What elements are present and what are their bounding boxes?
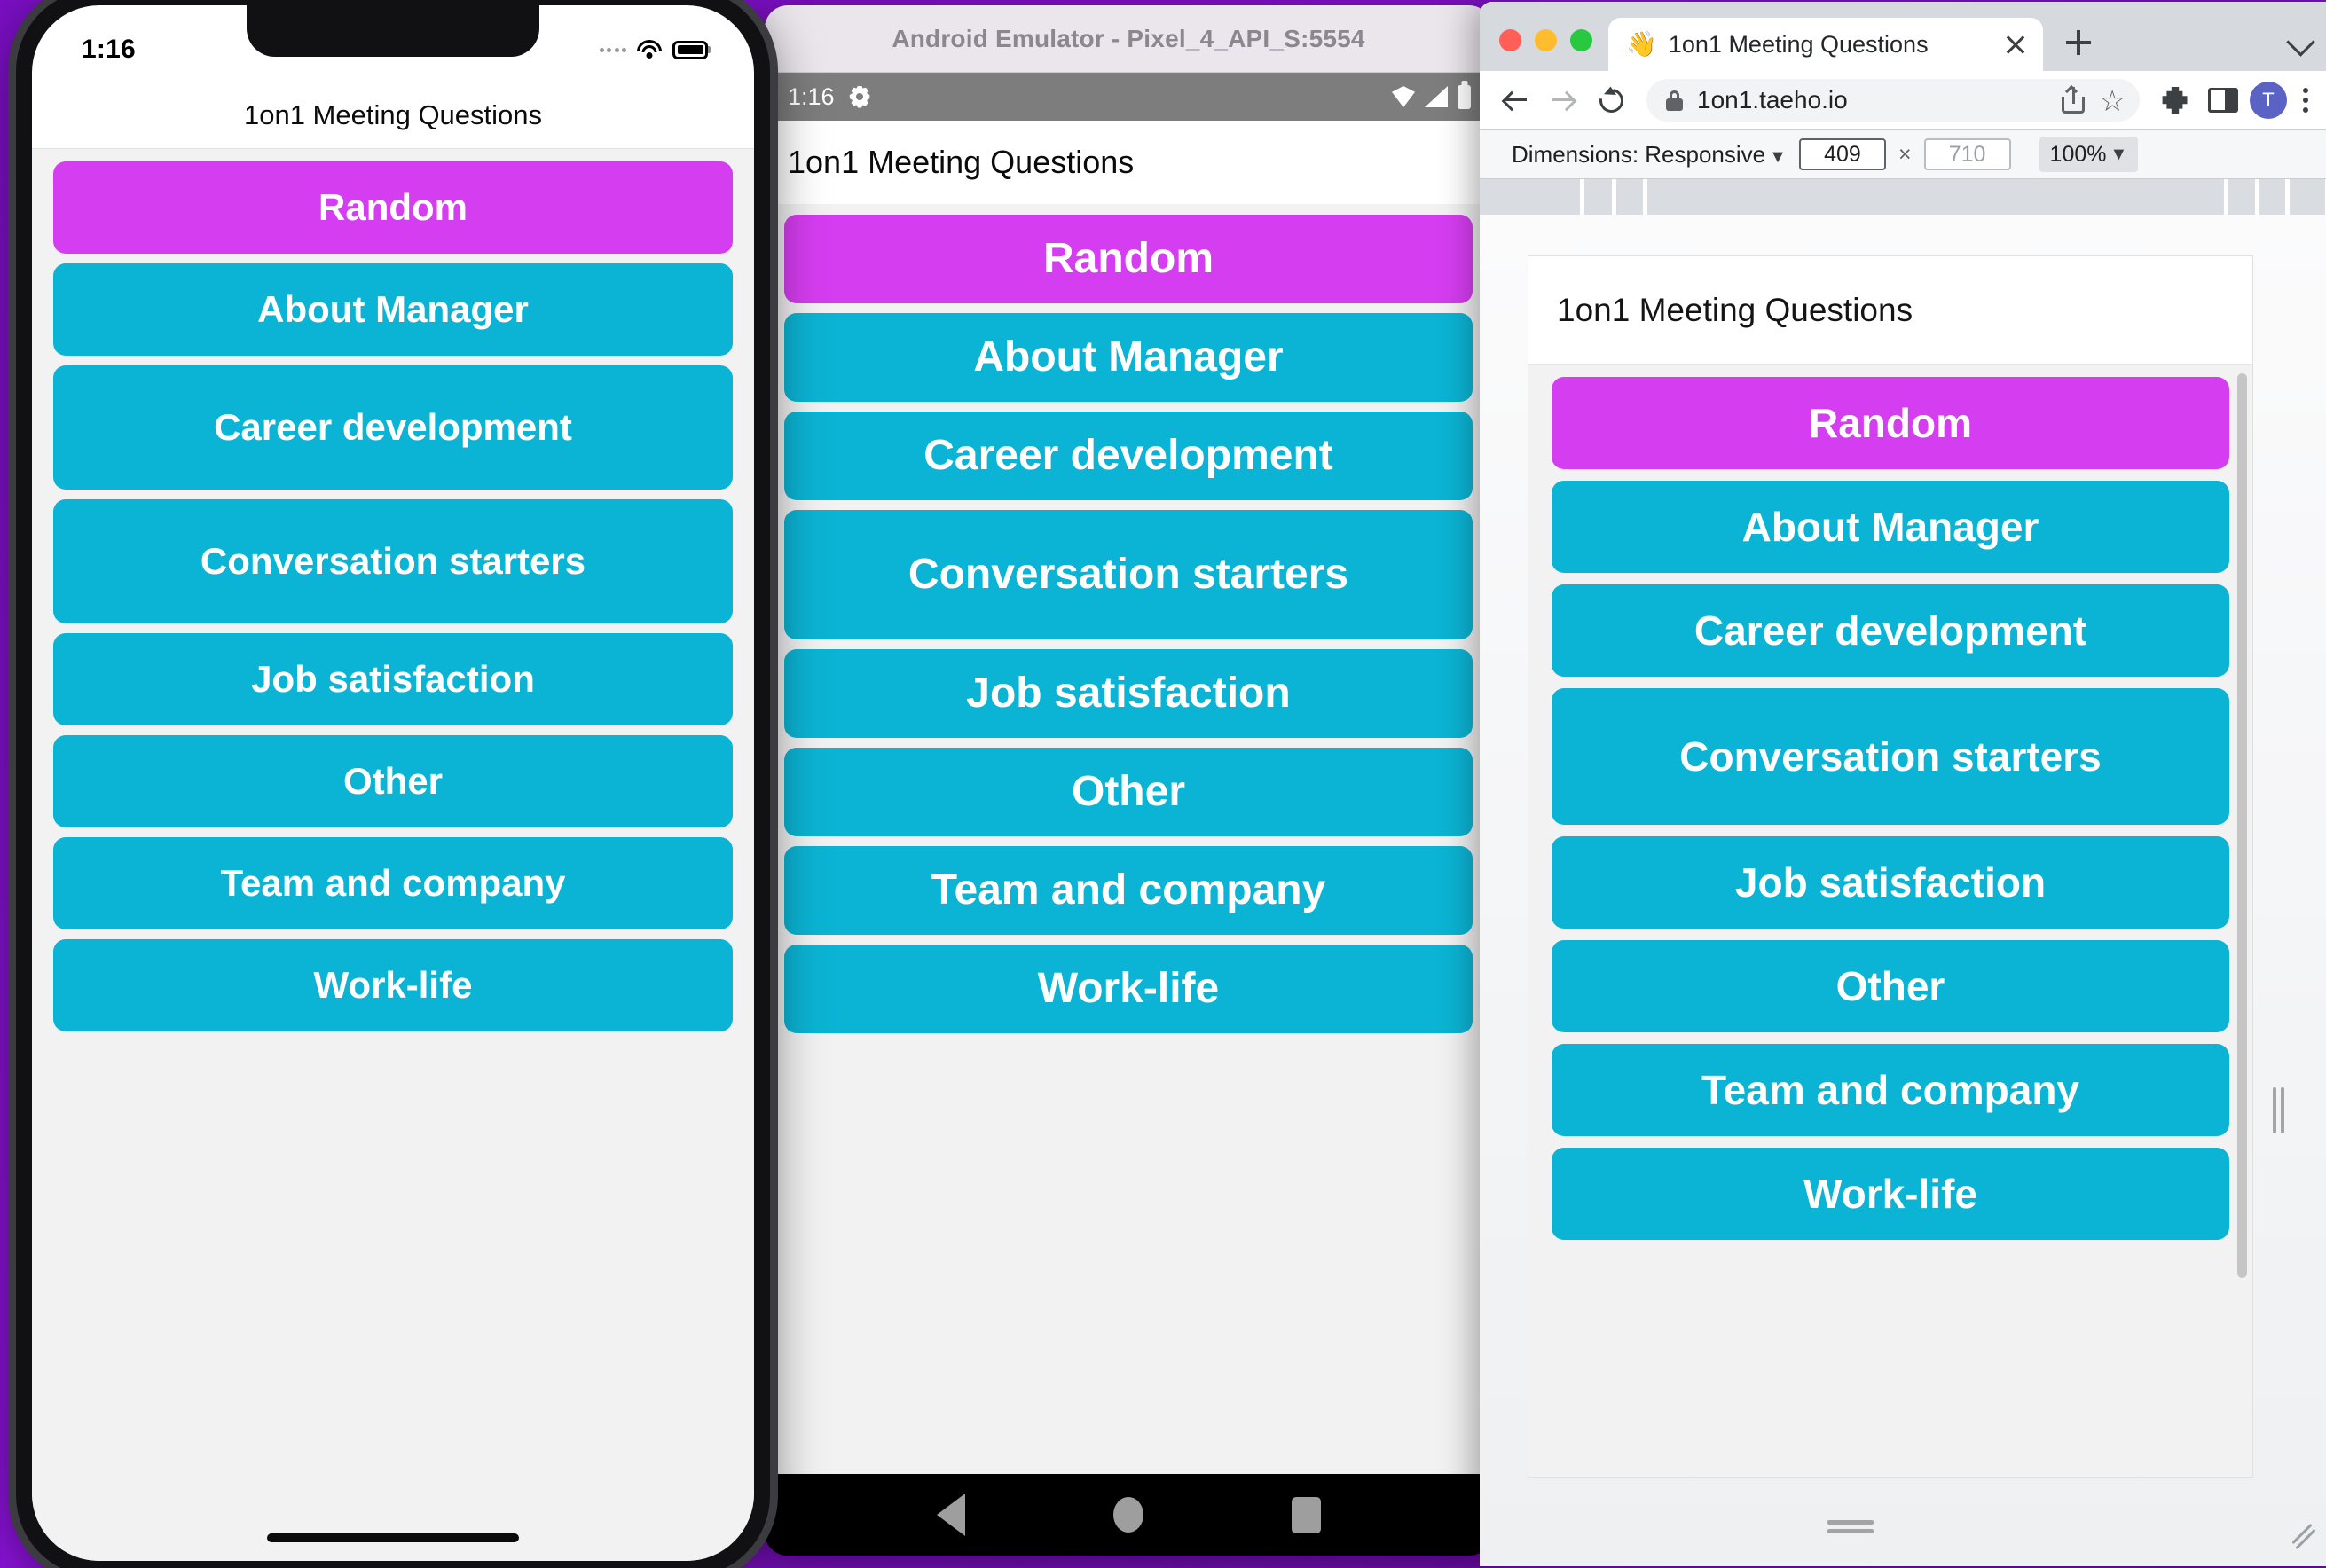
zoom-value: 100% [2049,141,2107,167]
minimize-window-button[interactable] [1535,29,1557,51]
tab-favicon: 👋 [1626,30,1657,58]
android-status-time: 1:16 [788,82,835,110]
new-tab-icon[interactable] [2055,20,2102,66]
size-separator: × [1898,141,1912,167]
cellular-dots-icon [599,47,626,52]
question-button-work-life[interactable]: Work-life [784,945,1473,1033]
question-button-about-manager[interactable]: About Manager [53,263,733,356]
question-button-conversation-starters[interactable]: Conversation starters [1552,688,2229,825]
tab-title: 1on1 Meeting Questions [1668,30,1929,58]
question-button-about-manager[interactable]: About Manager [1552,481,2229,573]
battery-icon [1458,84,1471,109]
question-button-work-life[interactable]: Work-life [1552,1148,2229,1240]
devtools-segment-bar [1480,179,2326,215]
url-text[interactable]: 1on1.taeho.io [1697,86,2047,114]
back-arrow-icon[interactable] [1494,79,1536,122]
question-button-job-satisfaction[interactable]: Job satisfaction [53,633,733,725]
question-button-other[interactable]: Other [53,735,733,827]
devtools-viewport-area: 1on1 Meeting Questions Random About Mana… [1480,215,2326,1566]
share-icon[interactable] [2062,84,2086,114]
chrome-browser-window[interactable]: 👋 1on1 Meeting Questions 1on1.taeho.io ☆… [1480,2,2326,1566]
dimensions-dropdown[interactable]: Dimensions: Responsive ▼ [1512,141,1787,169]
android-question-list: Random About Manager Career development … [765,204,1492,1474]
ios-nav-title: 1on1 Meeting Questions [32,82,754,149]
dimensions-label: Dimensions: Responsive [1512,140,1766,168]
home-circle-icon[interactable] [1112,1497,1143,1533]
web-question-list: Random About Manager Career development … [1528,365,2252,1477]
forward-arrow-icon[interactable] [1542,79,1584,122]
zoom-dropdown[interactable]: 100% ▼ [2039,137,2139,172]
vertical-resize-handle[interactable] [2272,1087,2284,1133]
question-button-random[interactable]: Random [784,215,1473,303]
maximize-window-button[interactable] [1570,29,1592,51]
chevron-down-icon: ▼ [2110,144,2128,164]
question-button-team-and-company[interactable]: Team and company [1552,1044,2229,1136]
close-window-button[interactable] [1499,29,1521,51]
emulated-page-viewport: 1on1 Meeting Questions Random About Mana… [1528,255,2253,1478]
page-scrollbar[interactable] [2237,373,2247,1278]
kebab-menu-icon[interactable] [2292,83,2319,117]
ios-status-icons [599,40,708,59]
page-title: 1on1 Meeting Questions [1528,256,2252,365]
question-button-random[interactable]: Random [1552,377,2229,469]
viewport-height-input[interactable]: 710 [1923,138,2011,170]
question-button-random[interactable]: Random [53,161,733,254]
question-button-work-life[interactable]: Work-life [53,939,733,1031]
bookmark-star-icon[interactable]: ☆ [2099,86,2126,115]
android-status-left: 1:16 [788,83,871,111]
question-button-career-development[interactable]: Career development [784,412,1473,500]
gear-icon [849,86,871,108]
device-toolbar-icon[interactable] [2202,79,2244,122]
devtools-device-toolbar: Dimensions: Responsive ▼ 409 × 710 100% ▼ [1480,129,2326,179]
signal-icon [1425,86,1448,107]
ios-home-indicator[interactable] [32,1515,754,1561]
puzzle-icon[interactable] [2154,79,2196,122]
question-button-conversation-starters[interactable]: Conversation starters [53,499,733,623]
ios-status-bar: 1:16 [32,5,754,82]
android-emulator-window[interactable]: Android Emulator - Pixel_4_API_S:5554 1:… [765,5,1492,1556]
back-triangle-icon[interactable] [936,1494,965,1536]
android-status-bar: 1:16 [765,73,1492,121]
question-button-team-and-company[interactable]: Team and company [53,837,733,929]
window-traffic-lights[interactable] [1499,29,1592,71]
android-navigation-bar[interactable] [765,1474,1492,1556]
android-emulator-titlebar: Android Emulator - Pixel_4_API_S:5554 [765,5,1492,73]
question-button-other[interactable]: Other [1552,940,2229,1032]
battery-icon [672,40,708,59]
address-bar[interactable]: 1on1.taeho.io ☆ [1646,79,2140,122]
browser-tab[interactable]: 👋 1on1 Meeting Questions [1608,18,2043,71]
ios-question-list: Random About Manager Career development … [32,149,754,1515]
tab-search-icon[interactable] [2283,23,2319,59]
question-button-team-and-company[interactable]: Team and company [784,846,1473,935]
chrome-toolbar: 1on1.taeho.io ☆ T [1480,71,2326,129]
question-button-job-satisfaction[interactable]: Job satisfaction [784,649,1473,738]
ios-status-time: 1:16 [82,35,136,64]
question-button-job-satisfaction[interactable]: Job satisfaction [1552,836,2229,929]
avatar[interactable]: T [2250,82,2287,119]
horizontal-resize-handle[interactable] [1827,1520,1874,1534]
chrome-tab-strip: 👋 1on1 Meeting Questions [1480,2,2326,71]
recents-square-icon[interactable] [1291,1496,1321,1533]
question-button-career-development[interactable]: Career development [53,365,733,490]
viewport-width-input[interactable]: 409 [1798,138,1886,170]
question-button-other[interactable]: Other [784,748,1473,836]
wifi-icon [636,40,663,59]
lock-icon [1666,90,1683,111]
corner-resize-grip[interactable] [2289,1515,2317,1550]
question-button-about-manager[interactable]: About Manager [784,313,1473,402]
wifi-icon [1392,86,1415,107]
reload-icon[interactable] [1590,79,1632,122]
ios-screen: 1:16 1on1 Meeting Questions Random About… [32,5,754,1561]
android-emulator-title: Android Emulator - Pixel_4_API_S:5554 [892,24,1365,52]
question-button-conversation-starters[interactable]: Conversation starters [784,510,1473,639]
question-button-career-development[interactable]: Career development [1552,584,2229,677]
close-icon[interactable] [2000,29,2031,59]
android-app-title: 1on1 Meeting Questions [765,121,1492,204]
ios-simulator-window[interactable]: 1:16 1on1 Meeting Questions Random About… [16,0,770,1568]
chevron-down-icon: ▼ [1769,146,1787,167]
android-status-right [1392,84,1471,109]
